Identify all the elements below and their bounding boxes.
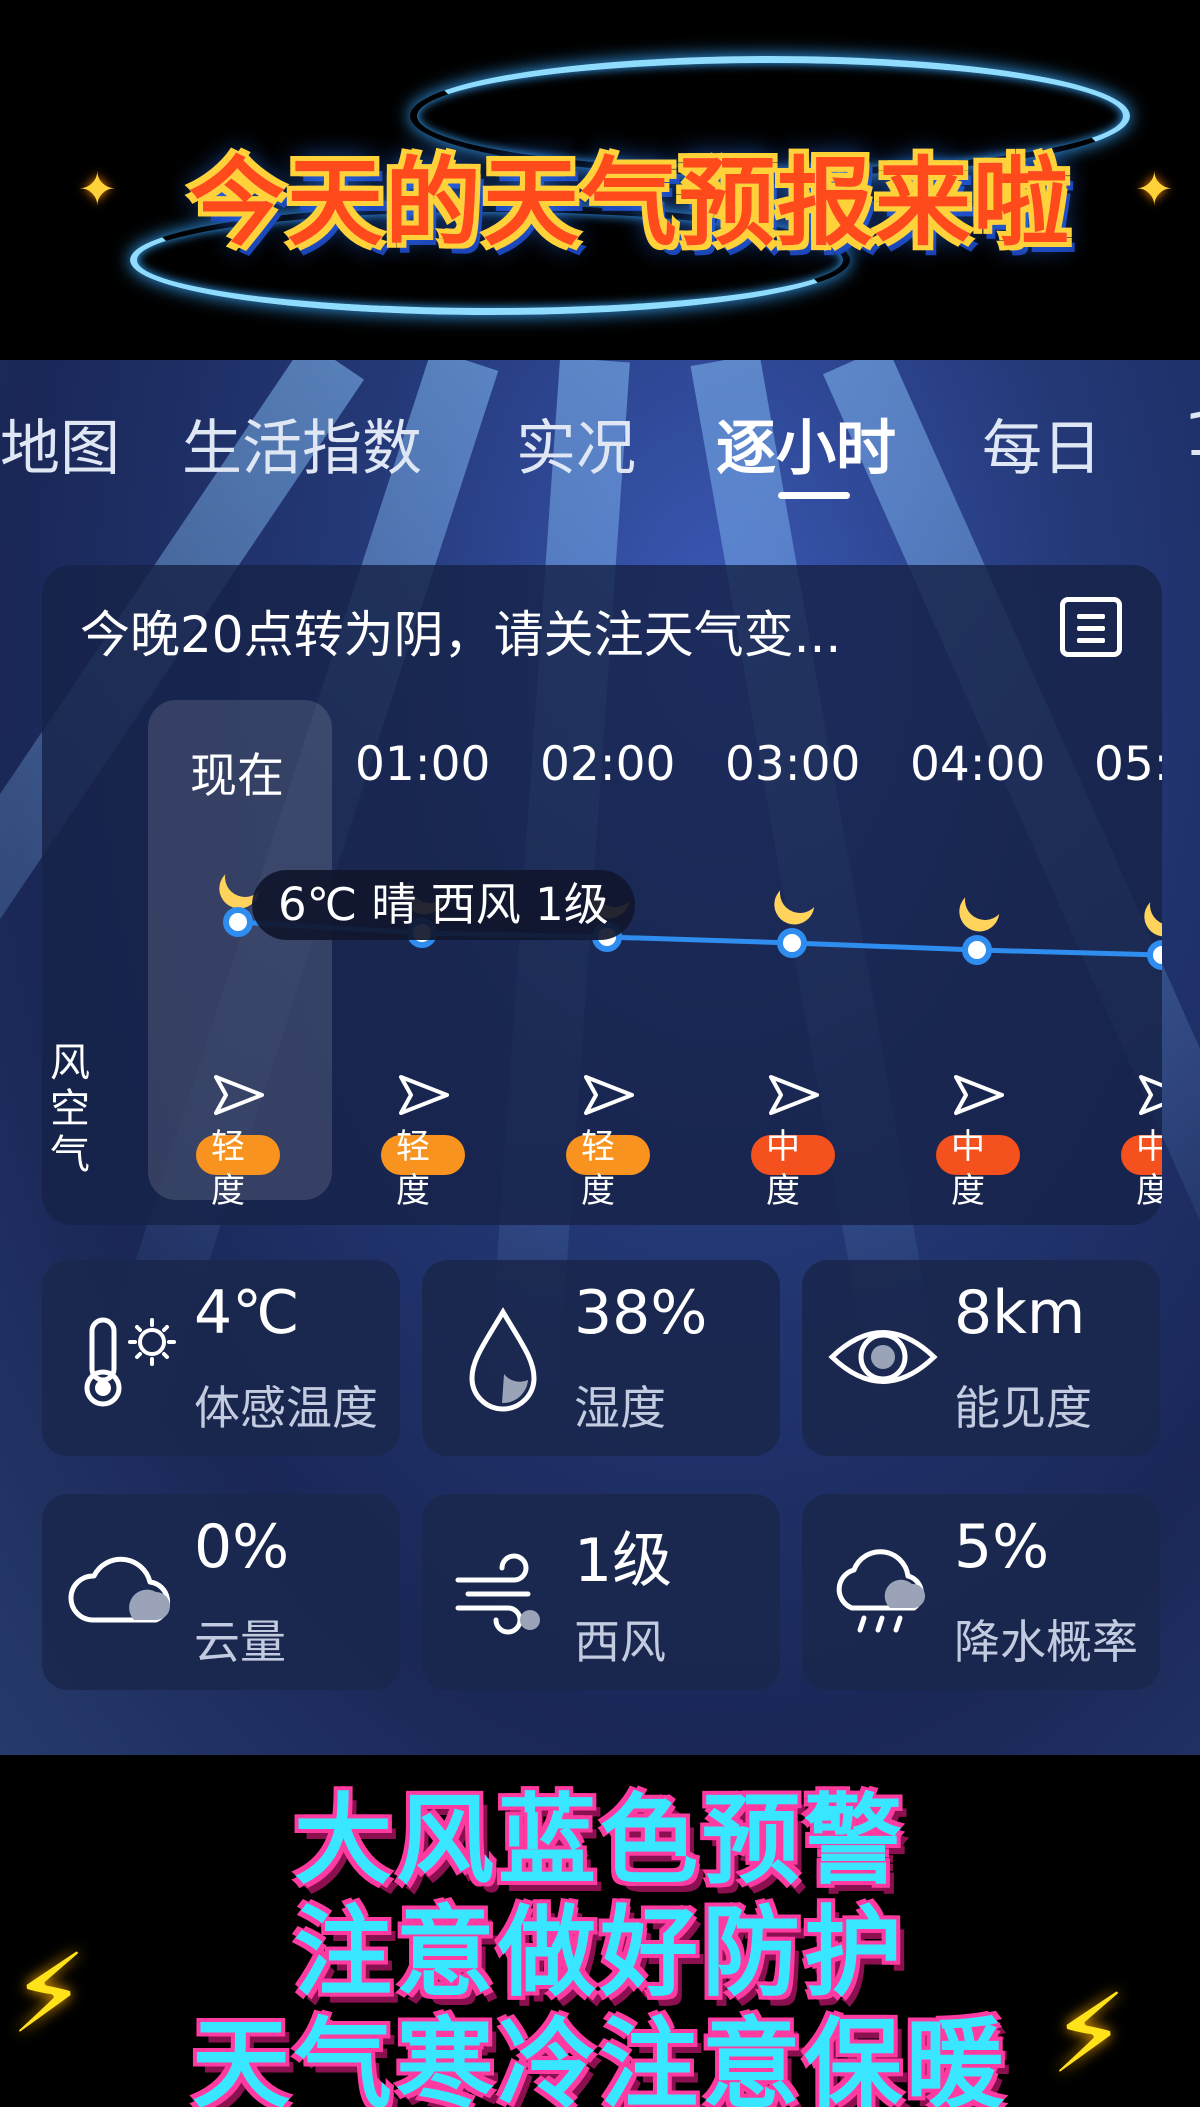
side-label-char: 空 xyxy=(50,1086,90,1132)
cloud-rain-icon xyxy=(836,1549,926,1633)
side-label-char: 风 xyxy=(50,1040,90,1086)
warning-line-3: 天气寒冷注意保暖 xyxy=(191,2008,1008,2107)
wind-direction-icon xyxy=(399,1075,449,1115)
tab-life-index[interactable]: 生活指数 xyxy=(182,400,422,487)
precipitation-value: 5% xyxy=(954,1512,1050,1582)
top-banner: ✦ ✦ 今天的天气预报来啦 xyxy=(0,0,1200,360)
tile-wind[interactable]: 1级 西风 xyxy=(422,1494,780,1690)
wind-icon xyxy=(455,1553,540,1635)
tile-cloud-cover[interactable]: 0% 云量 xyxy=(42,1494,400,1690)
temperature-tooltip: 6℃ 晴 西风 1级 xyxy=(252,870,635,940)
visibility-label: 能见度 xyxy=(954,1381,1092,1435)
lightning-left-icon: ⚡ xyxy=(10,1930,88,2058)
wind-label: 西风 xyxy=(574,1615,666,1669)
weather-app: 地图 生活指数 实况 逐小时 每日 1 今晚20点转为阴，请关注天气变... 现… xyxy=(0,360,1200,1755)
aqi-level-text: 中度 xyxy=(766,1127,800,1211)
wind-direction-icon xyxy=(954,1075,1004,1115)
side-label-char: 气 xyxy=(50,1132,90,1178)
temperature-point[interactable] xyxy=(777,928,807,958)
tab-15-day[interactable]: 1 xyxy=(1184,400,1200,470)
feels-like-value: 4℃ xyxy=(194,1278,300,1348)
banner-title: 今天的天气预报来啦 xyxy=(189,147,1071,259)
wind-direction-icon xyxy=(214,1075,264,1115)
wind-direction-icon xyxy=(1139,1075,1162,1115)
precipitation-label: 降水概率 xyxy=(954,1615,1138,1669)
humidity-value: 38% xyxy=(574,1278,708,1348)
tile-visibility[interactable]: 8km 能见度 xyxy=(802,1260,1160,1456)
sparkle-right-icon: ✦ xyxy=(1135,162,1174,216)
wind-aqi-row-label: 风 空 气 xyxy=(50,1040,90,1178)
aqi-level-text: 轻度 xyxy=(581,1127,615,1211)
cloud-cover-label: 云量 xyxy=(194,1615,286,1669)
aqi-level-text: 轻度 xyxy=(211,1127,245,1211)
sparkle-left-icon: ✦ xyxy=(78,162,117,216)
thermometer-sun-icon xyxy=(84,1317,176,1407)
cloud-icon xyxy=(68,1556,171,1623)
aqi-level-text: 中度 xyxy=(951,1127,985,1211)
wind-direction-icon xyxy=(584,1075,634,1115)
tile-humidity[interactable]: 38% 湿度 xyxy=(422,1260,780,1456)
tab-bar: 地图 生活指数 实况 逐小时 每日 1 xyxy=(0,360,1200,520)
temperature-point[interactable] xyxy=(962,935,992,965)
temperature-point[interactable] xyxy=(223,907,253,937)
tile-feels-like[interactable]: 4℃ 体感温度 xyxy=(42,1260,400,1456)
tab-daily[interactable]: 每日 xyxy=(982,400,1102,487)
tile-precipitation[interactable]: 5% 降水概率 xyxy=(802,1494,1160,1690)
tab-hourly[interactable]: 逐小时 xyxy=(716,400,896,487)
water-drop-icon xyxy=(469,1307,537,1412)
hourly-forecast-card: 今晚20点转为阴，请关注天气变... 现在 01:00 02:00 03:00 … xyxy=(42,565,1162,1225)
tab-live[interactable]: 实况 xyxy=(516,400,636,487)
tab-active-indicator xyxy=(778,492,850,499)
lightning-right-icon: ⚡ xyxy=(1050,1970,1128,2098)
tab-map[interactable]: 地图 xyxy=(0,400,120,487)
aqi-level-text: 轻度 xyxy=(396,1127,430,1211)
cloud-cover-value: 0% xyxy=(194,1512,290,1582)
feels-like-label: 体感温度 xyxy=(194,1381,378,1435)
wind-direction-icon xyxy=(769,1075,819,1115)
aqi-level-text: 中度 xyxy=(1136,1127,1162,1211)
bottom-banner: 大风蓝色预警 注意做好防护 天气寒冷注意保暖 ⚡ ⚡ xyxy=(0,1755,1200,2107)
humidity-label: 湿度 xyxy=(574,1381,666,1435)
wind-value: 1级 xyxy=(574,1526,673,1596)
eye-icon xyxy=(828,1330,938,1384)
visibility-value: 8km xyxy=(954,1278,1086,1348)
